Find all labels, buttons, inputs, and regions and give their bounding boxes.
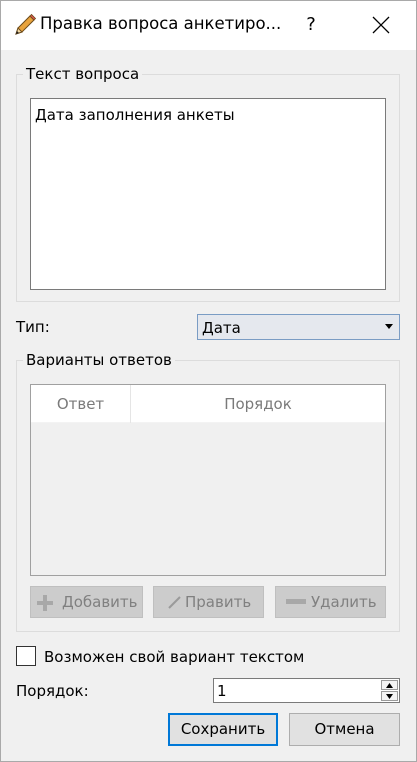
order-value: 1 xyxy=(217,682,227,700)
plus-icon xyxy=(37,595,53,611)
pencil-icon xyxy=(168,596,181,609)
window-title: Правка вопроса анкетиро... xyxy=(40,14,282,33)
question-text-field[interactable]: Дата заполнения анкеты xyxy=(30,98,386,290)
pencil-icon xyxy=(12,12,38,38)
table-header: Ответ Порядок xyxy=(31,385,385,423)
order-spinbox[interactable]: 1 xyxy=(213,678,400,703)
answer-options-table[interactable]: Ответ Порядок xyxy=(30,384,386,576)
dropdown-arrow-icon xyxy=(385,324,393,329)
custom-option-checkbox[interactable] xyxy=(16,646,36,666)
arrow-up-icon xyxy=(386,683,393,688)
column-header-order[interactable]: Порядок xyxy=(131,385,385,423)
type-label: Тип: xyxy=(16,318,50,336)
order-label: Порядок: xyxy=(16,682,89,700)
question-text-group-title: Текст вопроса xyxy=(23,65,143,83)
minus-icon xyxy=(286,599,306,604)
edit-answer-button[interactable]: Править xyxy=(153,586,264,618)
arrow-down-icon xyxy=(386,694,393,699)
help-button[interactable]: ? xyxy=(296,10,326,40)
title-bar[interactable]: Правка вопроса анкетиро... ? xyxy=(0,0,417,50)
edit-answer-label: Править xyxy=(185,593,252,611)
delete-answer-button[interactable]: Удалить xyxy=(275,586,386,618)
custom-option-label[interactable]: Возможен свой вариант текстом xyxy=(44,647,304,667)
spin-up-button[interactable] xyxy=(381,680,398,690)
answer-options-group-title: Варианты ответов xyxy=(23,351,175,369)
close-icon xyxy=(372,16,390,34)
close-button[interactable] xyxy=(364,10,398,40)
cancel-button[interactable]: Отмена xyxy=(289,713,400,746)
add-answer-label: Добавить xyxy=(62,593,138,611)
spin-buttons xyxy=(381,680,398,701)
save-button[interactable]: Сохранить xyxy=(168,713,278,746)
column-header-answer[interactable]: Ответ xyxy=(31,385,131,423)
type-select-value: Дата xyxy=(202,319,241,337)
delete-answer-label: Удалить xyxy=(311,593,377,611)
spin-down-button[interactable] xyxy=(381,691,398,701)
type-select[interactable]: Дата xyxy=(197,314,400,340)
add-answer-button[interactable]: Добавить xyxy=(30,586,143,618)
